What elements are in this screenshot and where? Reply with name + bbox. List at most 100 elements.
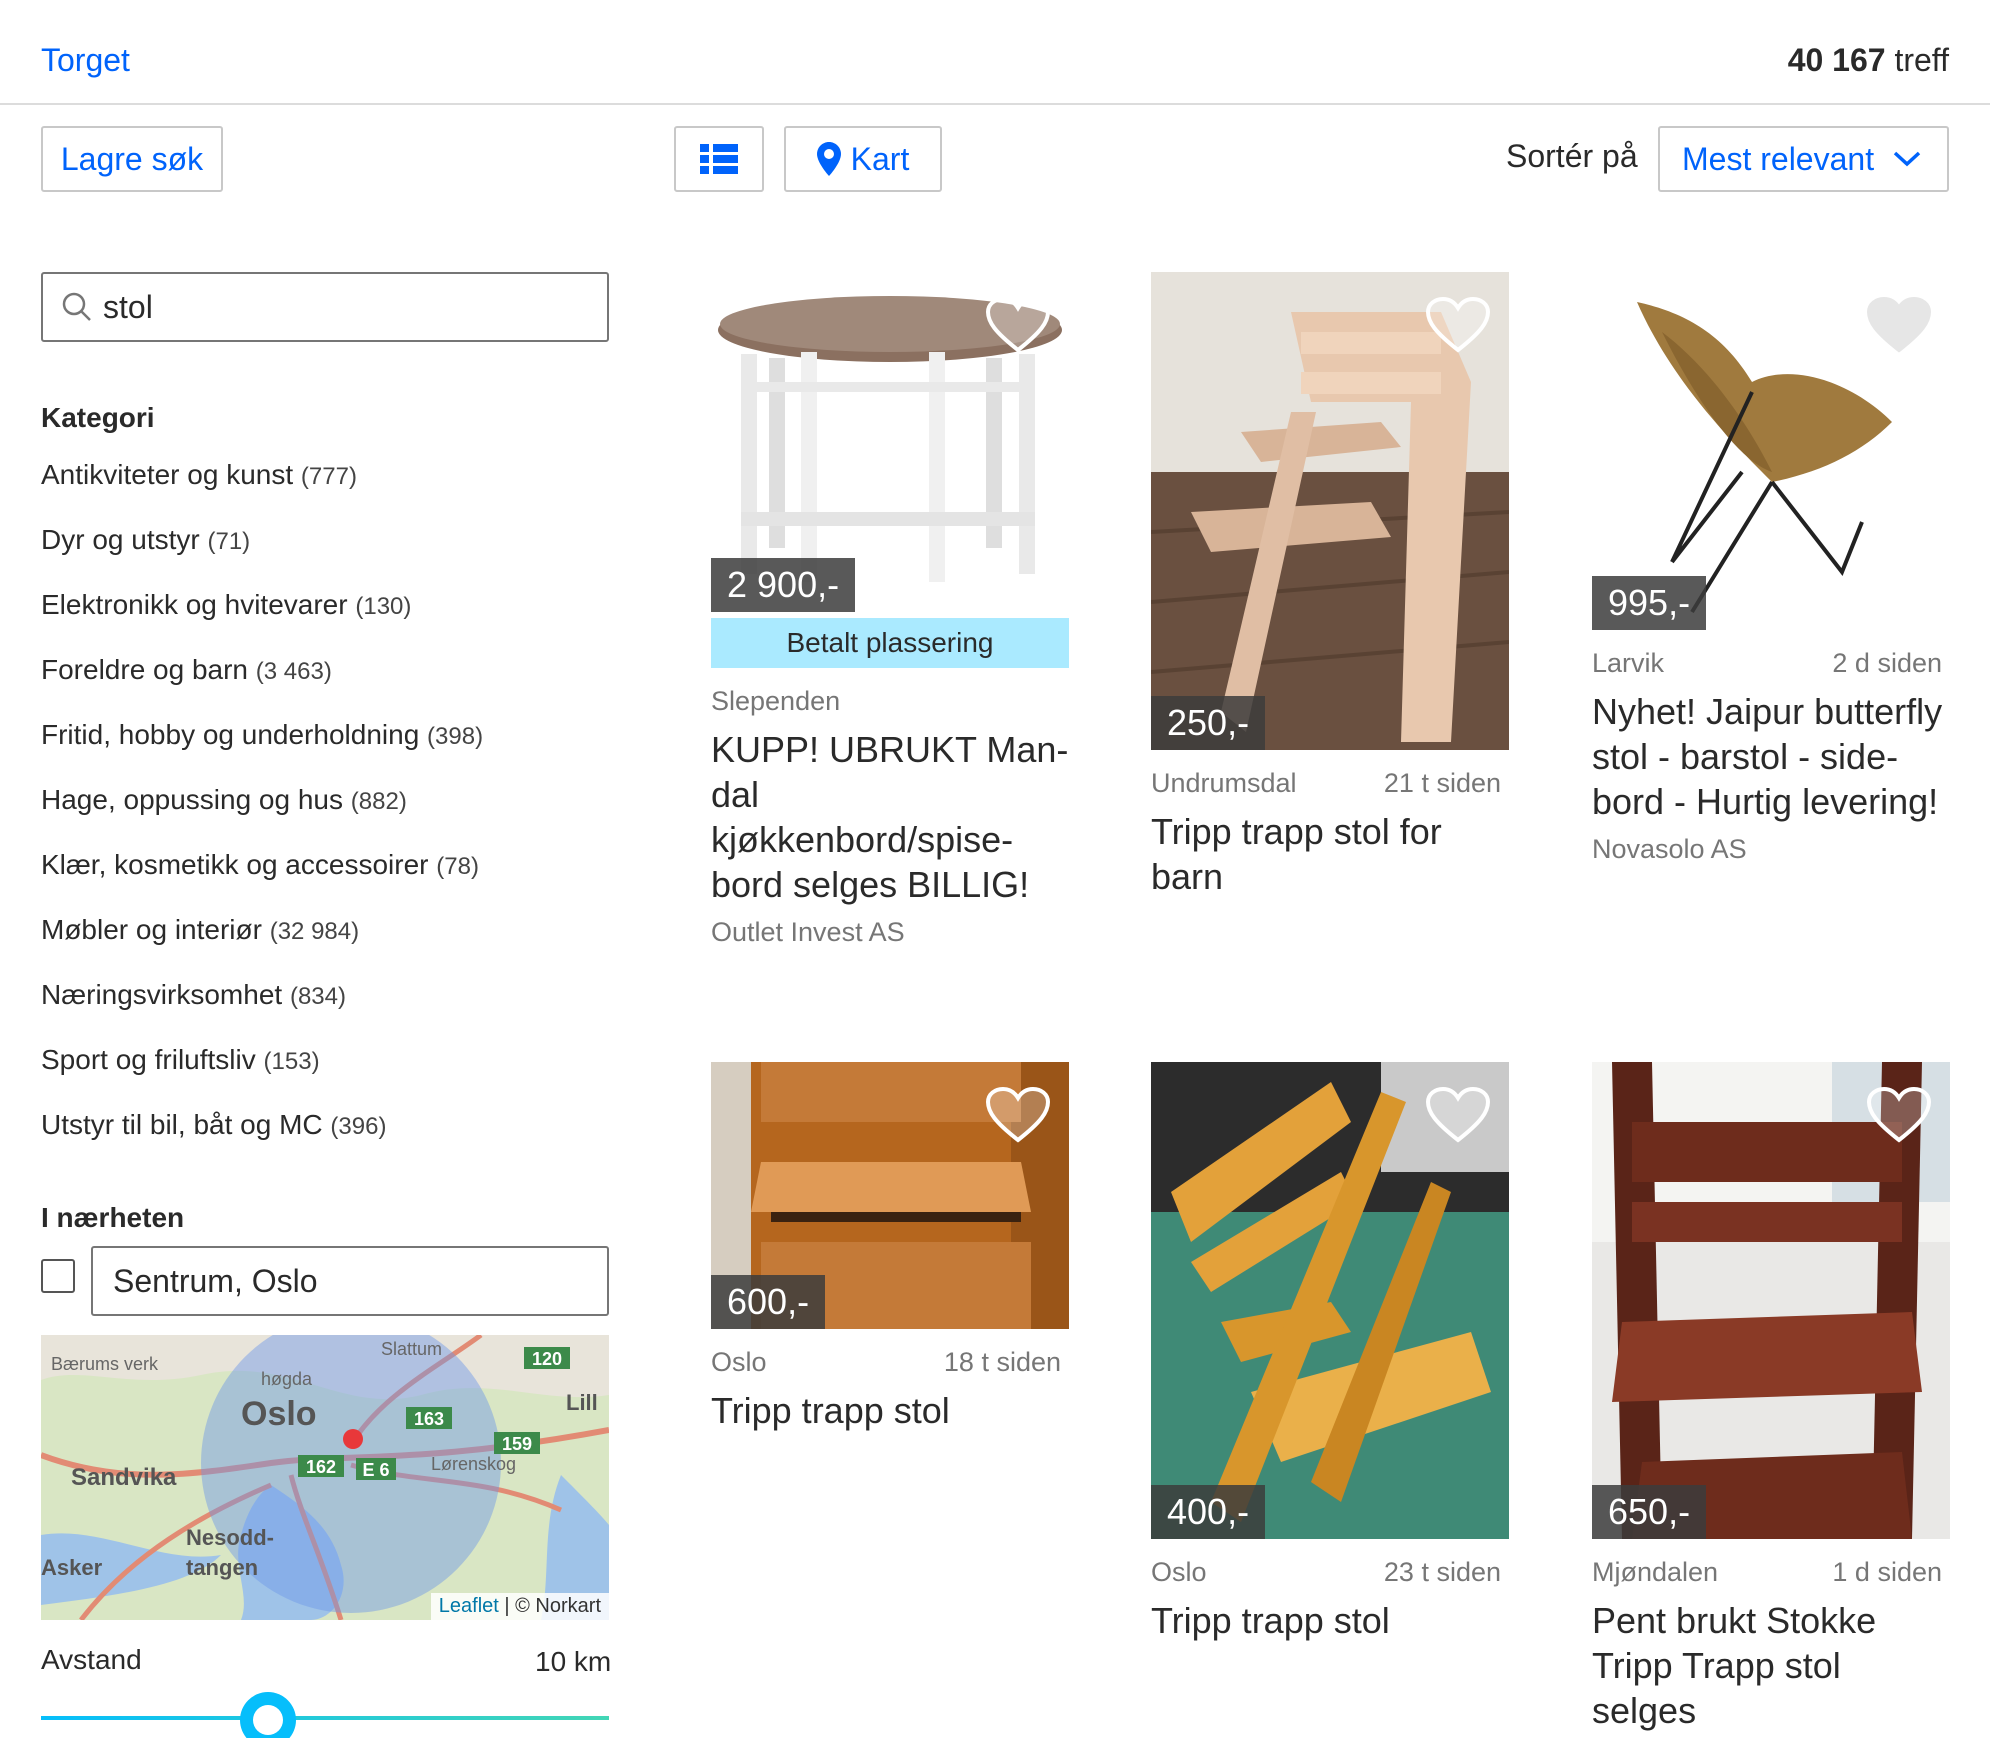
search-input-value: stol bbox=[103, 288, 153, 325]
listing-image[interactable]: 400,- bbox=[1151, 1062, 1509, 1539]
listing-title[interactable]: Pent brukt Stokke Tripp Trapp stol selge… bbox=[1592, 1598, 1950, 1733]
breadcrumb-torget[interactable]: Torget bbox=[41, 42, 130, 79]
map-attribution: Leaflet | © Norkart bbox=[430, 1593, 609, 1620]
location-input[interactable]: Sentrum, Oslo bbox=[91, 1246, 609, 1316]
sort-label: Sortér på bbox=[1506, 138, 1638, 174]
listing-meta: Mjøndalen 1 d siden bbox=[1592, 1557, 1942, 1588]
map-view-label: Kart bbox=[850, 140, 910, 177]
map-view-button[interactable]: Kart bbox=[784, 126, 942, 192]
listing-image[interactable]: 250,- bbox=[1151, 272, 1509, 750]
listing-title[interactable]: Tripp trapp stol for barn bbox=[1151, 809, 1509, 899]
category-count: (398) bbox=[427, 723, 484, 750]
listing-price: 2 900,- bbox=[711, 558, 856, 612]
save-search-button[interactable]: Lagre søk bbox=[41, 126, 223, 192]
nearby-checkbox[interactable] bbox=[41, 1259, 75, 1293]
category-count: (130) bbox=[355, 593, 412, 620]
category-count: (834) bbox=[289, 983, 346, 1010]
distance-slider-track[interactable] bbox=[41, 1716, 609, 1720]
listing-time: 2 d siden bbox=[1832, 648, 1942, 678]
category-item[interactable]: Klær, kosmetikk og accessoirer (78) bbox=[41, 849, 483, 914]
listing-price: 995,- bbox=[1592, 576, 1707, 630]
listing-time: 23 t siden bbox=[1383, 1557, 1501, 1587]
listing-meta: Oslo 18 t siden bbox=[711, 1347, 1061, 1378]
listing-title[interactable]: KUPP! UBRUKT Man-dal kjøkkenbord/spise-b… bbox=[711, 727, 1069, 907]
favorite-heart-icon[interactable] bbox=[1425, 296, 1491, 354]
listing-meta: Slependen bbox=[711, 686, 1061, 717]
category-count: (153) bbox=[263, 1048, 320, 1075]
favorite-heart-icon[interactable] bbox=[1866, 1086, 1932, 1144]
favorite-heart-icon[interactable] bbox=[1425, 1086, 1491, 1144]
listing-location: Oslo bbox=[711, 1347, 767, 1377]
svg-text:Asker: Asker bbox=[41, 1555, 103, 1580]
listing-time: 18 t siden bbox=[943, 1347, 1061, 1377]
svg-text:120: 120 bbox=[532, 1349, 562, 1369]
sort-select[interactable]: Mest relevant bbox=[1658, 126, 1949, 192]
svg-text:E 6: E 6 bbox=[362, 1460, 389, 1480]
category-item[interactable]: Elektronikk og hvitevarer (130) bbox=[41, 589, 483, 654]
category-label: Utstyr til bil, båt og MC bbox=[41, 1109, 323, 1140]
svg-text:Bærums verk: Bærums verk bbox=[51, 1354, 159, 1374]
listing-meta: Oslo 23 t siden bbox=[1151, 1557, 1501, 1588]
listing-location: Larvik bbox=[1592, 648, 1665, 678]
location-input-value: Sentrum, Oslo bbox=[113, 1262, 318, 1299]
svg-text:Oslo: Oslo bbox=[241, 1395, 317, 1433]
sort-select-value: Mest relevant bbox=[1682, 140, 1875, 177]
listing-price: 650,- bbox=[1592, 1485, 1707, 1539]
listing-card[interactable]: 600,- Oslo 18 t siden Tripp trapp stol bbox=[711, 1062, 1069, 1433]
listing-card[interactable]: 250,- Undrumsdal 21 t siden Tripp trapp s… bbox=[1151, 272, 1509, 899]
listing-location: Oslo bbox=[1151, 1557, 1207, 1587]
category-label: Næringsvirksomhet bbox=[41, 979, 283, 1010]
list-view-button[interactable] bbox=[674, 126, 764, 192]
distance-slider-handle[interactable] bbox=[240, 1692, 296, 1738]
category-item[interactable]: Antikviteter og kunst (777) bbox=[41, 459, 483, 524]
search-input[interactable]: stol bbox=[41, 272, 609, 342]
category-label: Foreldre og barn bbox=[41, 654, 249, 685]
listing-image[interactable]: 2 900,- bbox=[711, 272, 1069, 612]
favorite-heart-icon[interactable] bbox=[985, 296, 1051, 354]
listing-price: 400,- bbox=[1151, 1485, 1266, 1539]
listing-title[interactable]: Tripp trapp stol bbox=[1151, 1598, 1509, 1643]
category-label: Antikviteter og kunst bbox=[41, 459, 294, 490]
listing-card[interactable]: 650,- Mjøndalen 1 d siden Pent brukt Stok… bbox=[1592, 1062, 1950, 1733]
listing-image[interactable]: 650,- bbox=[1592, 1062, 1950, 1539]
category-count: (3 463) bbox=[255, 658, 332, 685]
category-item[interactable]: Møbler og interiør (32 984) bbox=[41, 914, 483, 979]
listing-image[interactable]: 995,- bbox=[1592, 272, 1950, 630]
svg-text:Nesodd-: Nesodd- bbox=[186, 1525, 274, 1550]
category-count: (78) bbox=[436, 853, 479, 880]
category-item[interactable]: Sport og friluftsliv (153) bbox=[41, 1044, 483, 1109]
listing-card[interactable]: 400,- Oslo 23 t siden Tripp trapp stol bbox=[1151, 1062, 1509, 1643]
category-item[interactable]: Fritid, hobby og underholdning (398) bbox=[41, 719, 483, 784]
listing-price: 600,- bbox=[711, 1275, 826, 1329]
svg-text:Slattum: Slattum bbox=[381, 1339, 442, 1359]
category-item[interactable]: Hage, oppussing og hus (882) bbox=[41, 784, 483, 849]
listing-title[interactable]: Tripp trapp stol bbox=[711, 1388, 1069, 1433]
listing-title[interactable]: Nyhet! Jaipur butterfly stol - barstol -… bbox=[1592, 689, 1950, 824]
hit-count-number: 40 167 bbox=[1787, 42, 1886, 78]
category-item[interactable]: Dyr og utstyr (71) bbox=[41, 524, 483, 589]
location-map[interactable]: Bærums verk Slattum høgda Oslo Sandvika … bbox=[41, 1335, 609, 1620]
svg-text:Lill: Lill bbox=[566, 1390, 598, 1415]
listing-card[interactable]: 2 900,- Betalt plassering Slependen KUPP… bbox=[711, 272, 1069, 948]
listing-card[interactable]: 995,- Larvik 2 d siden Nyhet! Jaipur butt… bbox=[1592, 272, 1950, 865]
favorite-heart-icon[interactable] bbox=[985, 1086, 1051, 1144]
favorite-heart-icon[interactable] bbox=[1866, 296, 1932, 354]
category-count: (71) bbox=[207, 528, 251, 555]
category-item[interactable]: Næringsvirksomhet (834) bbox=[41, 979, 483, 1044]
category-label: Møbler og interiør bbox=[41, 914, 262, 945]
category-label: Elektronikk og hvitevarer bbox=[41, 589, 348, 620]
listing-price: 250,- bbox=[1151, 696, 1266, 750]
svg-text:162: 162 bbox=[306, 1457, 336, 1477]
category-label: Fritid, hobby og underholdning bbox=[41, 719, 420, 750]
nearby-heading: I nærheten bbox=[41, 1202, 185, 1233]
category-item[interactable]: Utstyr til bil, båt og MC (396) bbox=[41, 1109, 483, 1174]
category-item[interactable]: Foreldre og barn (3 463) bbox=[41, 654, 483, 719]
distance-value: 10 km bbox=[535, 1646, 612, 1677]
list-view-icon bbox=[700, 144, 738, 174]
listing-image[interactable]: 600,- bbox=[711, 1062, 1069, 1329]
category-label: Dyr og utstyr bbox=[41, 524, 200, 555]
map-marker-icon bbox=[343, 1429, 363, 1449]
leaflet-link[interactable]: Leaflet bbox=[439, 1595, 499, 1617]
svg-text:tangen: tangen bbox=[186, 1555, 258, 1580]
category-count: (396) bbox=[330, 1113, 387, 1140]
